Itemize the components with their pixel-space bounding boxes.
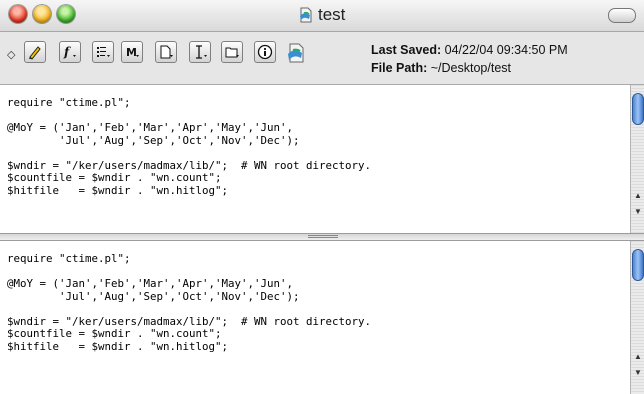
file-path-label: File Path: — [371, 61, 428, 75]
folder-popup[interactable] — [221, 41, 243, 63]
scroll-thumb[interactable] — [632, 93, 644, 125]
file-info: Last Saved: 04/22/04 09:34:50 PM File Pa… — [371, 41, 568, 77]
svg-text:M: M — [126, 46, 137, 59]
m-icon: M — [126, 46, 139, 59]
close-button[interactable] — [9, 5, 27, 23]
folder-icon — [225, 47, 239, 58]
pane-splitter[interactable] — [0, 233, 644, 241]
title-bar[interactable]: test — [0, 0, 644, 32]
m-popup[interactable]: M — [121, 41, 143, 63]
last-saved-row: Last Saved: 04/22/04 09:34:50 PM — [371, 41, 568, 59]
text-cursor-popup[interactable] — [189, 41, 211, 63]
scroll-up-icon[interactable]: ▲ — [633, 352, 643, 362]
window-title-group: test — [298, 3, 345, 27]
last-saved-label: Last Saved: — [371, 43, 442, 57]
code-text[interactable]: require "ctime.pl"; @MoY = ('Jan','Feb',… — [7, 252, 371, 353]
function-icon: f — [63, 45, 76, 59]
pencil-button[interactable] — [24, 41, 46, 63]
info-icon — [257, 44, 273, 60]
markers-icon — [97, 47, 110, 57]
info-button[interactable] — [254, 41, 276, 63]
toolbar: ◇ f M Last Saved: 04/22/04 09:34:50 PM F… — [0, 32, 644, 85]
minimize-button[interactable] — [33, 5, 51, 23]
editor-pane-bottom[interactable]: require "ctime.pl"; @MoY = ('Jan','Feb',… — [0, 241, 644, 394]
zoom-button[interactable] — [57, 5, 75, 23]
function-popup[interactable]: f — [59, 41, 81, 63]
toolbar-toggle-button[interactable] — [608, 8, 636, 23]
scroll-down-icon[interactable]: ▼ — [633, 368, 643, 378]
markers-popup[interactable] — [92, 41, 114, 63]
svg-text:f: f — [63, 45, 71, 59]
toolbar-diamond-icon[interactable]: ◇ — [7, 48, 17, 61]
file-path-value: ~/Desktop/test — [430, 61, 511, 75]
document-icon — [160, 45, 173, 59]
pencil-icon — [29, 46, 41, 60]
vertical-scrollbar[interactable]: ▲ ▼ — [630, 241, 644, 394]
splitter-grip-icon[interactable] — [308, 235, 338, 239]
text-cursor-icon — [196, 45, 207, 59]
last-saved-value: 04/22/04 09:34:50 PM — [444, 43, 568, 57]
scroll-up-icon[interactable]: ▲ — [633, 191, 643, 201]
editor-pane-top[interactable]: require "ctime.pl"; @MoY = ('Jan','Feb',… — [0, 85, 644, 233]
file-path-row: File Path: ~/Desktop/test — [371, 59, 568, 77]
document-popup[interactable] — [155, 41, 177, 63]
scroll-thumb[interactable] — [632, 249, 644, 281]
scroll-down-icon[interactable]: ▼ — [633, 207, 643, 217]
document-proxy-icon[interactable] — [285, 42, 307, 64]
window-title: test — [318, 5, 346, 24]
code-text[interactable]: require "ctime.pl"; @MoY = ('Jan','Feb',… — [7, 96, 371, 197]
vertical-scrollbar[interactable]: ▲ ▼ — [630, 85, 644, 233]
document-proxy-icon[interactable] — [298, 7, 314, 23]
